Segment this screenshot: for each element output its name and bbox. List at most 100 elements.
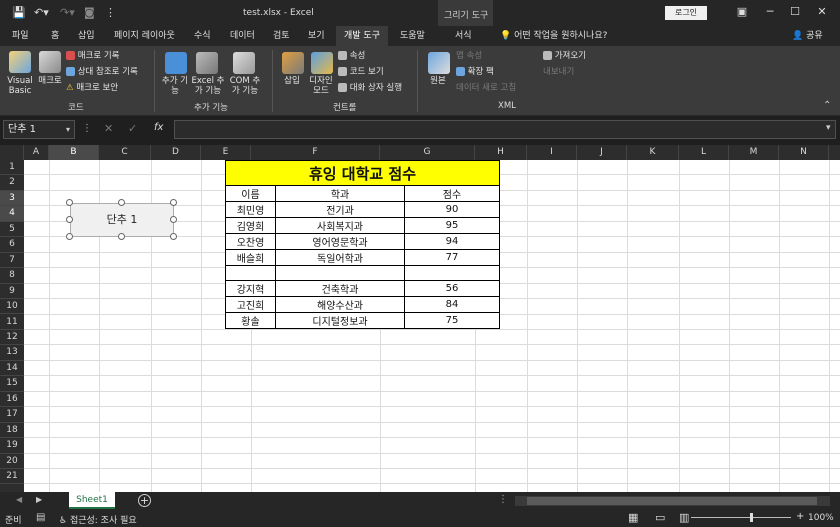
column-header-b[interactable]: B [49,145,99,160]
customize-qat-icon[interactable]: ⋮ [105,6,116,19]
macro-record-icon[interactable]: ▤ [36,512,45,523]
page-layout-view-icon[interactable]: ▭ [655,511,665,524]
accessibility-status[interactable]: ♿ 접근성: 조사 필요 [59,513,137,526]
table-header-cell[interactable]: 학과 [275,185,405,202]
macro-button[interactable]: 매크로 [35,76,65,86]
table-cell[interactable] [404,264,500,282]
table-cell[interactable] [225,264,276,282]
map-properties-button[interactable]: 맵 속성 [456,51,482,61]
column-header-n[interactable]: N [779,145,829,160]
share-button[interactable]: 👤 공유 [792,26,823,46]
sheet-tab-sheet1[interactable]: Sheet1 [69,492,115,509]
table-cell[interactable]: 최민영 [225,201,276,218]
table-cell[interactable]: 전기과 [275,201,405,218]
column-header-l[interactable]: L [679,145,729,160]
resize-handle[interactable] [170,216,177,223]
ribbon-display-icon[interactable]: ▣ [734,5,750,21]
row-header-3[interactable]: 3 [0,190,24,207]
tab-view[interactable]: 보기 [308,26,325,46]
row-header-8[interactable]: 8 [0,268,24,284]
redo-icon[interactable]: ↷▾ [60,6,75,19]
import-button[interactable]: 가져오기 [543,51,586,61]
undo-icon[interactable]: ↶▾ [34,6,49,19]
table-cell[interactable]: 77 [404,249,500,266]
table-cell[interactable]: 김영희 [225,217,276,234]
relative-reference-button[interactable]: 상대 참조로 기록 [66,67,138,77]
table-cell[interactable]: 강지혁 [225,280,276,298]
form-control-button[interactable]: 단추 1 [70,203,174,237]
resize-handle[interactable] [118,233,125,240]
scroll-right-icon[interactable]: ▶ [36,495,42,504]
row-header-10[interactable]: 10 [0,299,24,315]
visual-basic-button[interactable]: Visual Basic [3,76,37,96]
run-dialog-button[interactable]: 대화 상자 실행 [338,83,402,93]
tab-developer[interactable]: 개발 도구 [336,26,388,46]
tab-page-layout[interactable]: 페이지 레이아웃 [114,26,175,46]
export-button[interactable]: 내보내기 [543,67,574,77]
row-header-14[interactable]: 14 [0,361,24,377]
horizontal-scrollbar[interactable] [515,496,830,506]
zoom-slider-thumb[interactable] [750,513,753,522]
table-header-cell[interactable]: 이름 [225,185,276,202]
table-cell[interactable]: 고진희 [225,296,276,314]
row-header-17[interactable]: 17 [0,407,24,423]
excel-addins-button[interactable]: Excel 추가 기능 [190,76,226,96]
tab-review[interactable]: 검토 [273,26,290,46]
xml-source-button[interactable]: 원본 [424,76,452,86]
collapse-ribbon-icon[interactable]: ⌃ [823,100,831,111]
row-header-1[interactable]: 1 [0,160,24,176]
table-cell[interactable]: 디지털정보과 [275,312,405,330]
table-cell[interactable]: 84 [404,296,500,314]
tab-insert[interactable]: 삽입 [78,26,95,46]
row-header-18[interactable]: 18 [0,423,24,439]
tab-file[interactable]: 파일 [12,26,29,46]
addins-button[interactable]: 추가 기능 [160,76,190,96]
zoom-level[interactable]: 100% [808,513,834,523]
table-cell[interactable]: 95 [404,217,500,234]
table-cell[interactable]: 해양수산과 [275,296,405,314]
resize-handle[interactable] [66,233,73,240]
restore-button[interactable]: ☐ [787,5,803,21]
row-header-2[interactable]: 2 [0,175,24,191]
resize-handle[interactable] [170,199,177,206]
row-header-6[interactable]: 6 [0,237,24,253]
table-cell[interactable]: 건축학과 [275,280,405,298]
insert-control-button[interactable]: 삽입 [278,76,306,86]
column-header-c[interactable]: C [99,145,151,160]
com-addins-button[interactable]: COM 추가 기능 [226,76,264,96]
minimize-button[interactable]: ─ [762,5,778,21]
scrollbar-thumb[interactable] [527,497,817,505]
table-cell[interactable]: 75 [404,312,500,330]
column-header-k[interactable]: K [627,145,679,160]
row-header-9[interactable]: 9 [0,284,24,300]
tab-help[interactable]: 도움말 [400,26,425,46]
table-cell[interactable]: 56 [404,280,500,298]
table-cell[interactable]: 배슬희 [225,249,276,266]
refresh-data-button[interactable]: 데이터 새로 고침 [456,83,516,93]
column-header-e[interactable]: E [201,145,251,160]
enter-icon[interactable]: ✓ [128,122,137,135]
row-header-15[interactable]: 15 [0,376,24,392]
name-box[interactable]: 단추 1 ▾ [3,120,75,139]
table-title[interactable]: 휴잉 대학교 점수 [225,160,500,186]
table-cell[interactable]: 독일어학과 [275,249,405,266]
tab-formulas[interactable]: 수식 [194,26,211,46]
table-cell[interactable]: 영어영문학과 [275,233,405,250]
expand-formula-icon[interactable]: ▾ [826,123,831,133]
column-header-f[interactable]: F [251,145,380,160]
zoom-slider[interactable] [691,517,791,518]
save-icon[interactable]: 💾 [12,6,26,19]
column-header-h[interactable]: H [475,145,527,160]
table-header-cell[interactable]: 점수 [404,185,500,202]
table-cell[interactable]: 황솔 [225,312,276,330]
column-header-j[interactable]: J [577,145,627,160]
add-sheet-button[interactable]: + [138,494,151,507]
table-cell[interactable]: 사회복지과 [275,217,405,234]
row-header-11[interactable]: 11 [0,315,24,330]
column-header-g[interactable]: G [380,145,475,160]
row-header-12[interactable]: 12 [0,330,24,346]
design-mode-button[interactable]: 디자인 모드 [305,76,337,96]
expansion-packs-button[interactable]: 확장 팩 [456,67,494,77]
tell-me-search[interactable]: 💡 어떤 작업을 원하시나요? [500,26,607,46]
view-code-button[interactable]: 코드 보기 [338,67,384,77]
